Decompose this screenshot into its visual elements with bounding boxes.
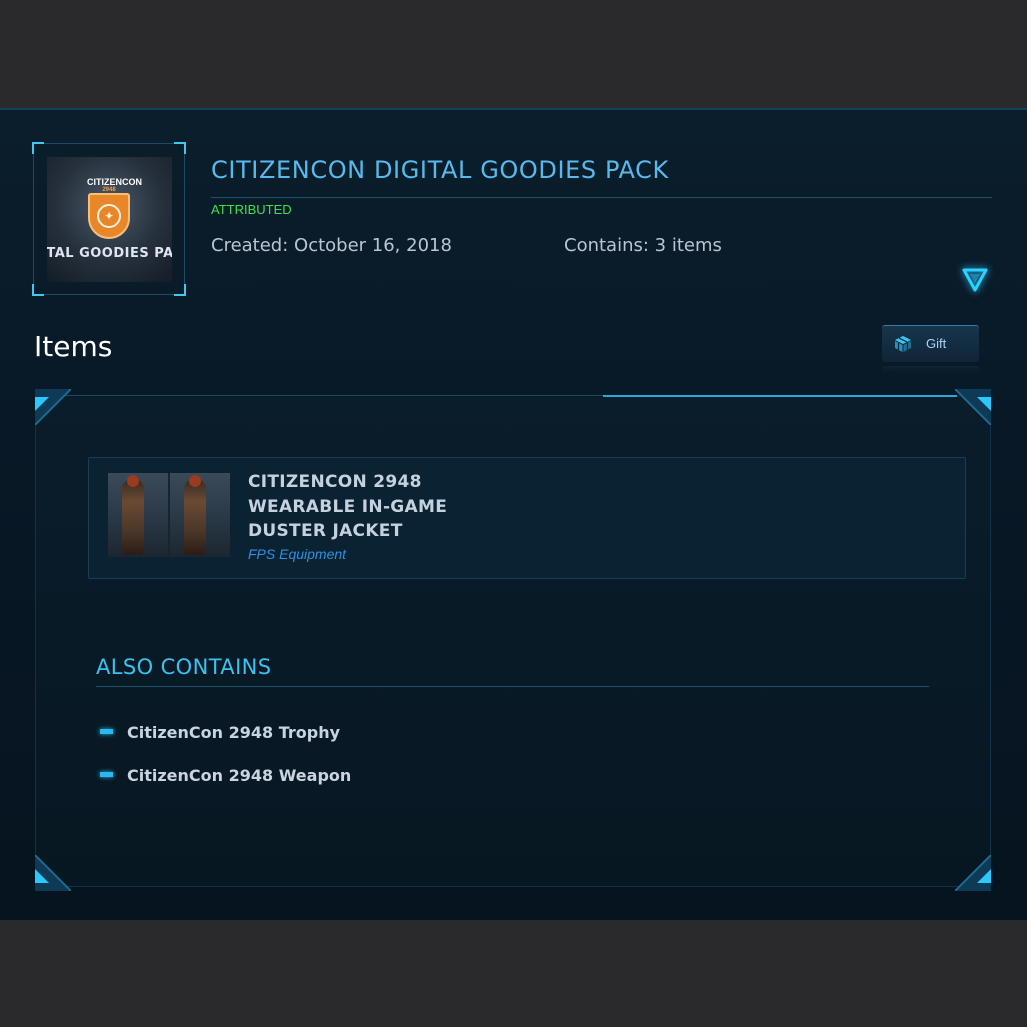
item-name-line: DUSTER JACKET <box>248 521 403 541</box>
thumbnail-caption: ITAL GOODIES PA <box>47 246 172 261</box>
frame-corner <box>32 284 44 296</box>
gift-button[interactable]: Gift <box>882 325 979 362</box>
items-heading: Items <box>34 330 113 363</box>
shield-logo-icon: ✦ <box>88 193 130 239</box>
also-contains-divider <box>96 686 929 687</box>
list-item-label: CitizenCon 2948 Trophy <box>127 723 341 742</box>
bracket-corner-bottom-left <box>35 855 71 891</box>
jacket-figure <box>122 479 144 555</box>
list-item: CitizenCon 2948 Trophy <box>100 723 340 742</box>
citizencon-logo: CITIZENCON 2948 <box>87 177 142 193</box>
figure-head <box>189 475 201 487</box>
item-thumbnail <box>108 473 230 557</box>
figure-head <box>127 475 139 487</box>
item-name-line: CITIZENCON 2948 <box>248 472 422 492</box>
thumb-divider <box>168 473 170 557</box>
status-badge: ATTRIBUTED <box>211 202 292 217</box>
frame-corner <box>32 142 44 154</box>
created-date: Created: October 16, 2018 <box>211 235 452 256</box>
bracket-corner-top-right <box>955 389 991 425</box>
bullet-icon <box>100 772 113 777</box>
gift-button-label: Gift <box>926 336 947 351</box>
contains-count: Contains: 3 items <box>564 235 722 256</box>
title-divider <box>211 197 992 198</box>
jacket-figure <box>184 479 206 555</box>
chevron-down-icon[interactable] <box>962 268 988 292</box>
item-card[interactable]: CITIZENCON 2948 WEARABLE IN-GAME DUSTER … <box>88 457 966 579</box>
pack-title: CITIZENCON DIGITAL GOODIES PACK <box>211 156 669 184</box>
pack-thumbnail: CITIZENCON 2948 ✦ ITAL GOODIES PA <box>47 157 172 282</box>
bracket-corner-bottom-right <box>955 855 991 891</box>
bracket-corner-top-left <box>35 389 71 425</box>
container-top-accent <box>603 395 957 397</box>
bullet-icon <box>100 729 113 734</box>
list-item: CitizenCon 2948 Weapon <box>100 766 351 785</box>
logo-wordmark: CITIZENCON <box>87 177 142 187</box>
list-item-label: CitizenCon 2948 Weapon <box>127 766 352 785</box>
pack-thumbnail-frame[interactable]: CITIZENCON 2948 ✦ ITAL GOODIES PA <box>32 142 186 296</box>
container-top-rule <box>62 395 603 396</box>
gift-cube-icon <box>895 336 911 352</box>
gift-button-shadow <box>882 366 979 374</box>
item-type: FPS Equipment <box>248 546 347 562</box>
item-name: CITIZENCON 2948 WEARABLE IN-GAME DUSTER … <box>248 470 508 544</box>
item-name-line: WEARABLE IN-GAME <box>248 496 448 517</box>
also-contains-heading: ALSO CONTAINS <box>96 655 272 679</box>
frame-corner <box>174 142 186 154</box>
frame-corner <box>174 284 186 296</box>
